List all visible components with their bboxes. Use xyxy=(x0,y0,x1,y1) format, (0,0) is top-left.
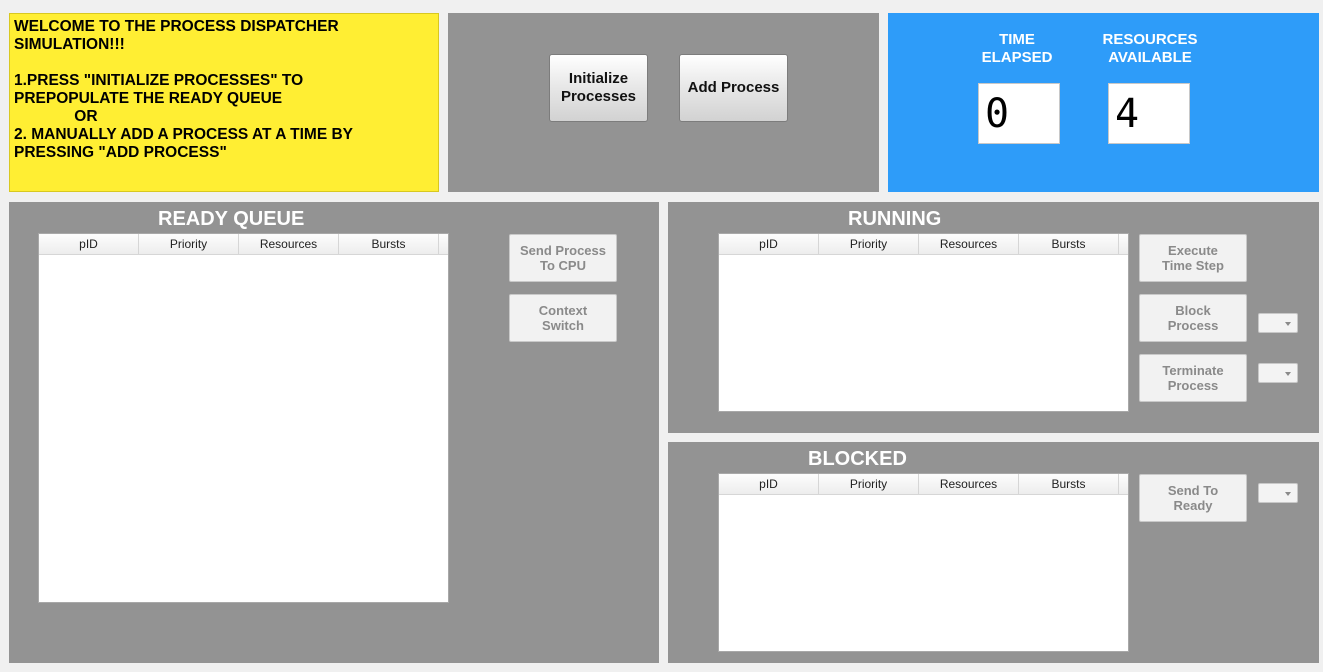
column-header-pid[interactable]: pID xyxy=(719,234,819,254)
table-header: pID Priority Resources Bursts xyxy=(719,234,1128,255)
block-process-dropdown[interactable] xyxy=(1258,313,1298,333)
table-header: pID Priority Resources Bursts xyxy=(719,474,1128,495)
send-process-to-cpu-button[interactable]: Send Process To CPU xyxy=(509,234,617,282)
chevron-down-icon xyxy=(1285,492,1291,496)
ready-queue-title: READY QUEUE xyxy=(158,208,305,230)
column-header-bursts[interactable]: Bursts xyxy=(1019,474,1119,494)
column-header-resources[interactable]: Resources xyxy=(919,474,1019,494)
block-process-button[interactable]: Block Process xyxy=(1139,294,1247,342)
send-to-ready-dropdown[interactable] xyxy=(1258,483,1298,503)
terminate-process-dropdown[interactable] xyxy=(1258,363,1298,383)
column-header-priority[interactable]: Priority xyxy=(819,234,919,254)
resources-available-value: 4 xyxy=(1115,91,1140,137)
column-header-resources[interactable]: Resources xyxy=(239,234,339,254)
time-elapsed-value: 0 xyxy=(985,91,1010,137)
send-to-ready-button[interactable]: Send To Ready xyxy=(1139,474,1247,522)
time-elapsed-label: TIME ELAPSED xyxy=(981,31,1053,66)
running-table[interactable]: pID Priority Resources Bursts xyxy=(718,233,1129,412)
terminate-process-button[interactable]: Terminate Process xyxy=(1139,354,1247,402)
column-header-pid[interactable]: pID xyxy=(39,234,139,254)
column-header-bursts[interactable]: Bursts xyxy=(339,234,439,254)
controls-panel: Initialize Processes Add Process xyxy=(448,13,879,192)
running-title: RUNNING xyxy=(848,208,942,230)
column-header-pid[interactable]: pID xyxy=(719,474,819,494)
time-elapsed-display: 0 xyxy=(978,83,1060,144)
chevron-down-icon xyxy=(1285,322,1291,326)
column-header-bursts[interactable]: Bursts xyxy=(1019,234,1119,254)
execute-time-step-button[interactable]: Execute Time Step xyxy=(1139,234,1247,282)
ready-queue-table[interactable]: pID Priority Resources Bursts xyxy=(38,233,449,603)
blocked-title: BLOCKED xyxy=(808,448,907,470)
table-header: pID Priority Resources Bursts xyxy=(39,234,448,255)
column-header-priority[interactable]: Priority xyxy=(819,474,919,494)
welcome-instructions: WELCOME TO THE PROCESS DISPATCHER SIMULA… xyxy=(14,18,354,161)
column-header-resources[interactable]: Resources xyxy=(919,234,1019,254)
blocked-table[interactable]: pID Priority Resources Bursts xyxy=(718,473,1129,652)
chevron-down-icon xyxy=(1285,372,1291,376)
context-switch-button[interactable]: Context Switch xyxy=(509,294,617,342)
stats-panel: TIME ELAPSED RESOURCES AVAILABLE 0 4 xyxy=(888,13,1319,192)
resources-available-label: RESOURCES AVAILABLE xyxy=(1102,31,1198,66)
running-panel: RUNNING pID Priority Resources Bursts Ex… xyxy=(668,202,1319,433)
initialize-processes-button[interactable]: Initialize Processes xyxy=(549,54,648,122)
add-process-button[interactable]: Add Process xyxy=(679,54,788,122)
column-header-priority[interactable]: Priority xyxy=(139,234,239,254)
welcome-panel: WELCOME TO THE PROCESS DISPATCHER SIMULA… xyxy=(9,13,439,192)
ready-queue-panel: READY QUEUE pID Priority Resources Burst… xyxy=(9,202,659,663)
blocked-panel: BLOCKED pID Priority Resources Bursts Se… xyxy=(668,442,1319,663)
resources-available-display: 4 xyxy=(1108,83,1190,144)
